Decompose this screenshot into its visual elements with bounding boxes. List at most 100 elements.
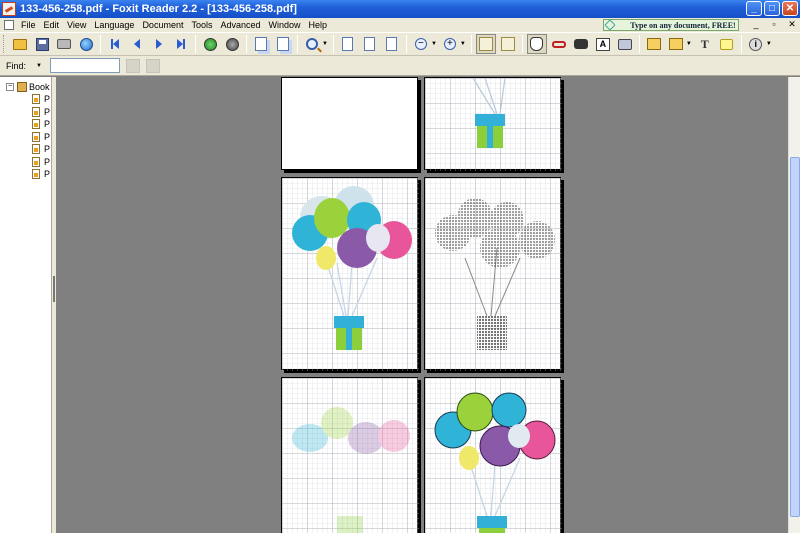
go-forward-button[interactable] xyxy=(222,34,242,54)
last-page-button[interactable] xyxy=(171,34,191,54)
bookmark-page-icon xyxy=(32,94,40,105)
toolbar-separator xyxy=(195,35,196,53)
doc-minimize-button[interactable]: _ xyxy=(750,19,762,30)
find-options-dropdown[interactable]: ▼ xyxy=(36,63,42,69)
last-page-bar xyxy=(183,39,185,49)
splitter-grip[interactable] xyxy=(53,276,55,302)
menu-advanced[interactable]: Advanced xyxy=(216,20,264,30)
go-back-button[interactable] xyxy=(200,34,220,54)
menu-edit[interactable]: Edit xyxy=(40,20,64,30)
collapse-toggle-icon[interactable]: − xyxy=(6,83,14,91)
menu-help[interactable]: Help xyxy=(305,20,332,30)
menu-bar: File Edit View Language Document Tools A… xyxy=(0,18,800,32)
bookmark-page-icon xyxy=(32,144,40,155)
toolbar-separator xyxy=(405,35,407,53)
note-button[interactable] xyxy=(717,34,737,54)
toolbar-grip[interactable] xyxy=(3,35,6,53)
doc-close-button[interactable]: ✕ xyxy=(786,19,798,30)
bookmark-item[interactable]: P xyxy=(0,131,51,144)
typewriter-button[interactable] xyxy=(644,34,664,54)
snapshot-button[interactable] xyxy=(615,34,635,54)
find-label: Find: xyxy=(6,60,27,71)
rotate-left-button[interactable] xyxy=(251,34,271,54)
rotate-right-button[interactable] xyxy=(273,34,293,54)
bookmark-item[interactable]: P xyxy=(0,118,51,131)
prev-page-button[interactable] xyxy=(127,34,147,54)
menu-document[interactable]: Document xyxy=(138,20,187,30)
find-input[interactable] xyxy=(49,58,120,73)
window-controls: _ □ ✕ xyxy=(746,1,798,16)
bookmark-root[interactable]: − Book xyxy=(0,81,51,93)
foxit-app-icon[interactable] xyxy=(2,2,16,16)
menu-file[interactable]: File xyxy=(17,20,40,30)
text-tool-button[interactable]: T xyxy=(695,34,715,54)
document-window-controls: _ ▫ ✕ xyxy=(750,19,798,30)
highlight-button[interactable] xyxy=(666,34,686,54)
zoom-out-button[interactable]: − xyxy=(411,34,431,54)
typewriter-ad-banner[interactable]: Type on any document, FREE! xyxy=(603,19,739,31)
zoom-out-dropdown-arrow[interactable]: ▼ xyxy=(431,41,437,47)
print-button[interactable] xyxy=(54,34,74,54)
select-text-button[interactable]: A xyxy=(593,34,613,54)
maximize-button[interactable]: □ xyxy=(764,1,780,16)
pdf-page-balloons-symbols xyxy=(424,177,562,371)
single-page-button[interactable] xyxy=(338,34,358,54)
menu-view[interactable]: View xyxy=(63,20,90,30)
vertical-scrollbar[interactable] xyxy=(788,77,800,533)
cross-stitch-balloons-color xyxy=(282,178,419,371)
close-button[interactable]: ✕ xyxy=(782,1,798,16)
find-next-button[interactable] xyxy=(145,58,160,73)
scrollbar-thumb[interactable] xyxy=(790,157,800,517)
select-text-icon: A xyxy=(595,37,610,51)
toolbar-separator xyxy=(246,35,247,53)
pdf-page-blank xyxy=(281,77,418,170)
zoom-dropdown-arrow[interactable]: ▼ xyxy=(322,41,328,47)
go-forward-icon xyxy=(225,37,239,51)
toolbar-separator xyxy=(521,35,523,53)
first-page-arrow xyxy=(113,39,119,49)
bookmark-item-label: P xyxy=(44,119,51,130)
bookmark-item[interactable]: P xyxy=(0,168,51,181)
email-button[interactable] xyxy=(76,34,96,54)
document-menu-icon[interactable] xyxy=(4,20,14,30)
next-page-button[interactable] xyxy=(149,34,169,54)
main-toolbar: ▼ − ▼ + ▼ A ▼ T i ▼ xyxy=(0,32,800,56)
thumbnail-button[interactable] xyxy=(498,34,518,54)
zoom-in-icon: + xyxy=(443,38,456,50)
menu-tools[interactable]: Tools xyxy=(187,20,216,30)
doc-restore-button[interactable]: ▫ xyxy=(768,19,780,30)
toolbar-separator xyxy=(332,35,334,53)
first-page-button[interactable] xyxy=(105,34,125,54)
hand-tool-button[interactable] xyxy=(526,34,547,54)
toolbar-separator xyxy=(100,35,101,53)
bookmark-item[interactable]: P xyxy=(0,156,51,169)
bookmark-page-icon xyxy=(32,119,40,130)
pdf-page-balloons-bold xyxy=(424,377,562,533)
find-toolbar: Find: ▼ xyxy=(0,56,800,76)
bookmark-panel-button[interactable] xyxy=(475,34,496,54)
find-button[interactable] xyxy=(571,34,591,54)
zoom-button[interactable] xyxy=(302,34,322,54)
info-dropdown-arrow[interactable]: ▼ xyxy=(766,41,772,47)
zoom-in-dropdown-arrow[interactable]: ▼ xyxy=(460,41,466,47)
save-button[interactable] xyxy=(32,34,52,54)
open-button[interactable] xyxy=(10,34,30,54)
loupe-button[interactable] xyxy=(549,34,569,54)
bookmark-item[interactable]: P xyxy=(0,143,51,156)
bookmark-item[interactable]: P xyxy=(0,106,51,119)
single-page-icon xyxy=(342,37,354,51)
minimize-button[interactable]: _ xyxy=(746,1,762,16)
bookmark-item[interactable]: P xyxy=(0,93,51,106)
bookmark-item-label: P xyxy=(44,94,51,105)
facing-button[interactable] xyxy=(382,34,402,54)
menu-language[interactable]: Language xyxy=(90,20,138,30)
cross-stitch-balloons-symbols xyxy=(425,178,562,371)
document-view[interactable] xyxy=(56,77,788,533)
menu-window[interactable]: Window xyxy=(265,20,305,30)
info-button[interactable]: i xyxy=(746,34,766,54)
bookmark-book-icon xyxy=(17,82,27,92)
continuous-button[interactable] xyxy=(360,34,380,54)
zoom-in-button[interactable]: + xyxy=(440,34,460,54)
highlight-dropdown-arrow[interactable]: ▼ xyxy=(686,41,692,47)
find-previous-button[interactable] xyxy=(125,58,140,73)
